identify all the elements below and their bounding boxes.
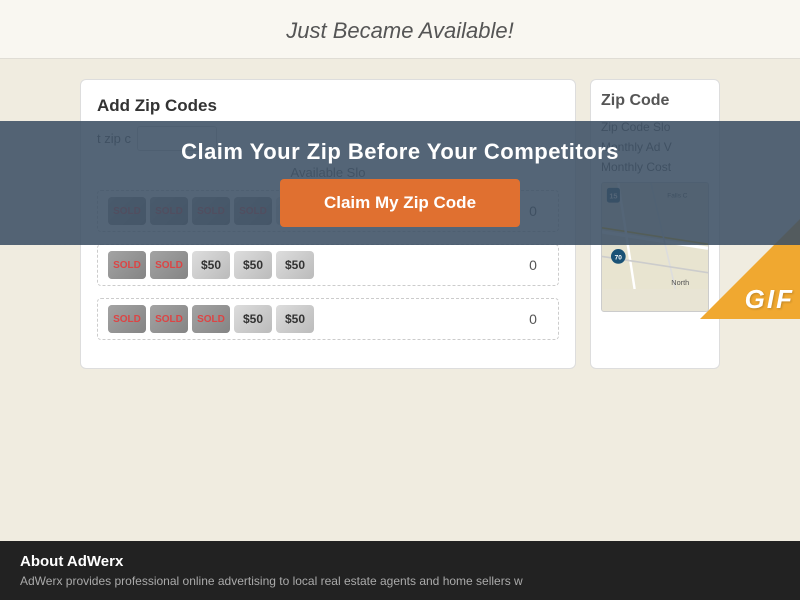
badge-sold: SOLD <box>150 251 188 279</box>
badge-sold: SOLD <box>192 305 230 333</box>
footer-text: AdWerx provides professional online adve… <box>20 574 780 588</box>
footer-title: About AdWerx <box>20 553 780 570</box>
svg-text:North: North <box>671 278 689 287</box>
slot-row: SOLD SOLD SOLD $50 $50 0 <box>97 298 559 340</box>
slot-row: SOLD SOLD $50 $50 $50 0 <box>97 244 559 286</box>
badge-price[interactable]: $50 <box>276 251 314 279</box>
left-panel-title: Add Zip Codes <box>97 96 559 116</box>
claim-zip-button[interactable]: Claim My Zip Code <box>280 179 520 227</box>
overlay-banner-title: Claim Your Zip Before Your Competitors <box>181 139 619 165</box>
badge-price[interactable]: $50 <box>276 305 314 333</box>
overlay-banner: Claim Your Zip Before Your Competitors C… <box>0 121 800 245</box>
badge-sold: SOLD <box>108 305 146 333</box>
right-panel-title: Zip Code <box>601 92 709 110</box>
page-header: Just Became Available! <box>0 0 800 59</box>
slot-count: 0 <box>518 311 548 327</box>
badge-price[interactable]: $50 <box>234 251 272 279</box>
slot-badges: SOLD SOLD SOLD $50 $50 <box>108 305 518 333</box>
badge-sold: SOLD <box>150 305 188 333</box>
slot-count: 0 <box>518 257 548 273</box>
footer: About AdWerx AdWerx provides professiona… <box>0 541 800 600</box>
badge-price[interactable]: $50 <box>192 251 230 279</box>
header-title: Just Became Available! <box>286 18 513 43</box>
badge-sold: SOLD <box>108 251 146 279</box>
slot-badges: SOLD SOLD $50 $50 $50 <box>108 251 518 279</box>
svg-text:70: 70 <box>615 255 623 262</box>
badge-price[interactable]: $50 <box>234 305 272 333</box>
gif-label: GIF <box>745 284 794 315</box>
